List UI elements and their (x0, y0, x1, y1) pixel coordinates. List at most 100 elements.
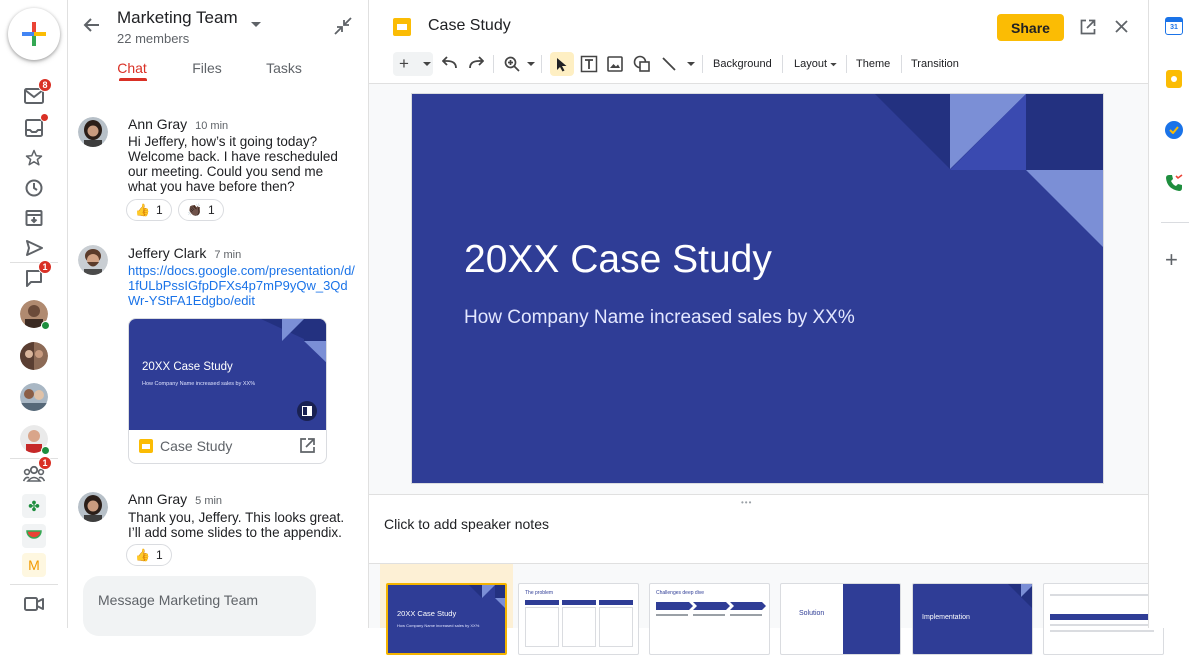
thumbnail-graphic (525, 607, 559, 647)
new-slide-button[interactable]: + (393, 52, 433, 76)
zoom-icon[interactable] (504, 56, 520, 77)
undo-icon[interactable] (441, 56, 458, 75)
tab-tasks[interactable]: Tasks (258, 60, 310, 76)
chat-icon[interactable]: 1 (22, 260, 52, 290)
clock-icon[interactable] (22, 176, 46, 200)
mail-icon[interactable]: 8 (22, 78, 52, 108)
thumbnail-subtitle: How Company Name increased sales by XX% (397, 623, 480, 628)
online-indicator (41, 446, 50, 455)
space-m-letter: M (28, 557, 40, 573)
select-tool-icon[interactable] (550, 52, 574, 76)
space-m-icon[interactable]: M (22, 553, 46, 577)
composer-placeholder: Message Marketing Team (98, 592, 259, 608)
slide-title[interactable]: 20XX Case Study (464, 238, 772, 282)
thumbnail-graphic (599, 607, 633, 647)
reaction-count: 1 (207, 203, 215, 217)
tab-indicator (119, 78, 147, 81)
card-file-name: Case Study (160, 438, 233, 454)
thumbnail-graphic (1050, 614, 1154, 620)
video-icon[interactable] (22, 592, 46, 616)
avatar[interactable] (20, 425, 50, 455)
avatar[interactable] (20, 342, 48, 370)
keep-icon[interactable] (1166, 70, 1182, 88)
shape-icon[interactable] (633, 55, 651, 78)
chevron-down-icon[interactable] (830, 63, 837, 67)
reaction-count: 1 (155, 203, 163, 217)
add-addon-icon[interactable]: + (1165, 249, 1178, 271)
slide-subtitle[interactable]: How Company Name increased sales by XX% (464, 307, 855, 329)
clover-icon[interactable]: ✤ (22, 494, 46, 518)
share-button[interactable]: Share (997, 14, 1064, 41)
archive-icon[interactable] (22, 206, 46, 230)
reaction-chip[interactable]: 👏🏿 1 (178, 199, 224, 221)
thumbnail-graphic (843, 584, 900, 654)
phone-icon[interactable] (1165, 174, 1183, 197)
avatar[interactable] (78, 117, 108, 147)
link-preview-card[interactable]: 20XX Case Study How Company Name increas… (128, 318, 327, 464)
thumbnail-title: The problem (525, 590, 554, 596)
slide-thumbnail[interactable]: Implementation (912, 583, 1033, 655)
layout-button[interactable]: Layout (794, 58, 827, 70)
line-icon[interactable] (661, 56, 677, 77)
avatar[interactable] (78, 492, 108, 522)
reaction-chip[interactable]: 👍 1 (126, 199, 172, 221)
calendar-icon[interactable]: 31 (1165, 17, 1183, 35)
chevron-down-icon[interactable] (527, 62, 535, 67)
back-arrow-icon[interactable] (82, 15, 104, 37)
slide-canvas[interactable]: 20XX Case Study How Company Name increas… (412, 94, 1103, 483)
thumbnail-graphic (599, 600, 633, 605)
slide-thumbnail[interactable]: 20XX Case Study How Company Name increas… (386, 583, 507, 655)
redo-icon[interactable] (468, 56, 485, 75)
open-external-icon[interactable] (300, 438, 315, 458)
chevron-down-icon[interactable] (687, 62, 695, 67)
send-icon[interactable] (22, 236, 46, 260)
slides-file-icon (139, 439, 153, 453)
tasks-icon[interactable] (1165, 121, 1183, 139)
tab-chat[interactable]: Chat (106, 60, 158, 76)
speaker-notes-area[interactable]: ••• Click to add speaker notes (369, 494, 1148, 564)
watermelon-icon[interactable] (22, 524, 46, 548)
message-link[interactable]: https://docs.google.com/presentation/d/1… (128, 263, 355, 308)
space-title[interactable]: Marketing Team (117, 8, 238, 28)
transition-button[interactable]: Transition (911, 58, 959, 70)
slide-thumbnail[interactable]: The problem (518, 583, 639, 655)
sender-name: Jeffery Clark (128, 245, 207, 261)
theme-button[interactable]: Theme (856, 58, 890, 70)
toolbar-divider (493, 55, 494, 73)
toolbar-divider (901, 55, 902, 73)
people-icon[interactable]: 1 (22, 456, 52, 486)
message-time: 5 min (195, 495, 223, 507)
reaction-emoji: 👍 (135, 203, 150, 217)
thumbnail-graphic (562, 600, 596, 605)
chevron-down-icon[interactable] (251, 15, 261, 33)
slides-logo-icon (393, 18, 411, 36)
minimize-icon[interactable] (334, 17, 352, 40)
slide-thumbnail[interactable]: Challenges deep dive (649, 583, 770, 655)
tab-files[interactable]: Files (182, 60, 232, 76)
plus-icon (22, 22, 46, 46)
message-text: Hi Jeffery, how’s it going today? Welcom… (128, 134, 338, 194)
thumbnail-title: Solution (799, 610, 825, 617)
star-icon[interactable] (22, 146, 46, 170)
present-icon[interactable] (297, 401, 317, 421)
chevron-down-icon (423, 62, 431, 66)
side-panel-rail: 31 + (1148, 0, 1200, 628)
document-title[interactable]: Case Study (428, 17, 511, 35)
thumbnail-graphic (562, 607, 596, 647)
message-composer[interactable]: Message Marketing Team (83, 576, 316, 636)
new-compose-button[interactable] (8, 8, 60, 60)
image-icon[interactable] (607, 56, 623, 77)
toolbar-divider (846, 55, 847, 73)
text-box-icon[interactable] (580, 55, 598, 78)
open-in-new-icon[interactable] (1080, 19, 1096, 40)
close-icon[interactable] (1115, 20, 1128, 38)
slide-thumbnail[interactable] (1043, 583, 1164, 655)
reaction-chip[interactable]: 👍 1 (126, 544, 172, 566)
background-button[interactable]: Background (713, 58, 772, 70)
resize-handle[interactable]: ••• (741, 498, 752, 507)
avatar[interactable] (78, 245, 108, 275)
slide-thumbnail[interactable]: Solution (780, 583, 901, 655)
inbox-icon[interactable] (22, 113, 49, 140)
avatar[interactable] (20, 300, 50, 330)
avatar[interactable] (20, 383, 48, 411)
